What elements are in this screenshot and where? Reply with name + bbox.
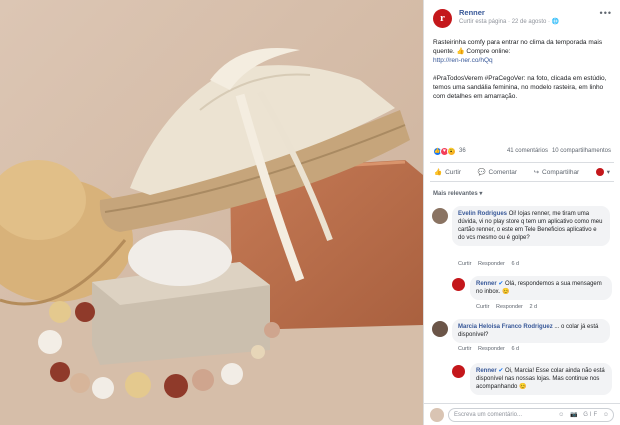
verified-icon: ✔	[498, 281, 504, 287]
reply-author[interactable]: Renner	[476, 368, 497, 374]
reaction-count[interactable]: 36	[459, 148, 466, 154]
comment-composer: Escreva um comentário... ☺ 📷 GIF ☺	[424, 403, 620, 425]
avatar[interactable]	[432, 321, 448, 337]
reply-item: Renner ✔ Oi, Marcia! Esse colar ainda nã…	[430, 363, 614, 397]
share-icon: ↪	[533, 169, 540, 176]
more-options-icon[interactable]: •••	[600, 8, 612, 18]
reply-like-link[interactable]: Curtir	[476, 304, 489, 310]
post-header: r Renner Curtir esta página · 22 de agos…	[424, 0, 620, 34]
page-avatar[interactable]: r	[433, 9, 452, 28]
share-label: Compartilhar	[542, 168, 580, 176]
avatar[interactable]	[430, 408, 444, 422]
verified-icon: ✔	[498, 368, 504, 374]
comment-actions: Curtir Responder 6 d	[458, 346, 524, 352]
post-text-1: Rasteirinha comfy para entrar no clima d…	[433, 39, 603, 55]
comments-count[interactable]: 41 comentários	[507, 148, 548, 154]
page-name[interactable]: Renner	[459, 8, 485, 17]
reply-item: Renner ✔ Olá, respondemos a sua mensagem…	[430, 276, 614, 310]
comment-like-link[interactable]: Curtir	[458, 261, 471, 267]
post-photo[interactable]	[0, 0, 423, 425]
audience-selector[interactable]: ▾	[595, 168, 610, 176]
comment-item: Marcia Heloisa Franco Rodriguez ... o co…	[430, 319, 614, 359]
chevron-down-icon: ▾	[606, 169, 610, 176]
comment-bubble: Marcia Heloisa Franco Rodriguez ... o co…	[452, 319, 610, 343]
comment-reply-link[interactable]: Responder	[478, 261, 505, 267]
reply-time[interactable]: 2 d	[529, 304, 537, 310]
comment-actions: Curtir Responder 6 d	[458, 261, 524, 267]
composer-icons[interactable]: ☺ 📷 GIF ☺	[558, 411, 611, 418]
like-button[interactable]: 👍 Curtir	[434, 168, 461, 177]
reactions-bar: 👍 ♥ 😮 36 41 comentários 10 compartilhame…	[433, 144, 611, 158]
avatar[interactable]	[432, 208, 448, 224]
reply-author[interactable]: Renner	[476, 281, 497, 287]
comment-like-link[interactable]: Curtir	[458, 346, 471, 352]
comment-button[interactable]: 💬 Comentar	[477, 168, 518, 177]
comment-time[interactable]: 6 d	[511, 346, 519, 352]
reply-reply-link[interactable]: Responder	[496, 304, 523, 310]
sandal-photo	[0, 0, 423, 425]
comment-label: Comentar	[488, 168, 518, 176]
shares-count[interactable]: 10 compartilhamentos	[552, 148, 611, 154]
wow-reaction-icon[interactable]: 😮	[447, 146, 456, 156]
share-button[interactable]: ↪ Compartilhar	[533, 168, 580, 177]
post-side-panel: r Renner Curtir esta página · 22 de agos…	[423, 0, 620, 425]
comment-author[interactable]: Evelin Rodrigues	[458, 211, 507, 217]
avatar[interactable]	[452, 365, 465, 378]
comment-icon: 💬	[477, 169, 486, 176]
comment-reply-link[interactable]: Responder	[478, 346, 505, 352]
avatar[interactable]	[452, 278, 465, 291]
reply-bubble: Renner ✔ Olá, respondemos a sua mensagem…	[470, 276, 612, 300]
comment-sort[interactable]: Mais relevantes ▾	[433, 190, 482, 197]
like-label: Curtir	[445, 168, 461, 176]
comment-item: Evelin Rodrigues Oi! lojas renner, me ti…	[430, 206, 614, 267]
post-actions: 👍 Curtir 💬 Comentar ↪ Compartilhar ▾	[430, 162, 614, 182]
post-meta: Curtir esta página · 22 de agosto · 🌐	[459, 19, 560, 25]
comment-bubble: Evelin Rodrigues Oi! lojas renner, me ti…	[452, 206, 610, 246]
reply-actions: Curtir Responder 2 d	[476, 304, 542, 310]
thumbs-up-icon: 👍	[434, 169, 443, 176]
comment-author[interactable]: Marcia Heloisa Franco Rodriguez	[458, 324, 553, 330]
reply-bubble: Renner ✔ Oi, Marcia! Esse colar ainda nã…	[470, 363, 612, 395]
post-link[interactable]: http://ren-ner.co/hQq	[433, 57, 493, 64]
post-text-2: #PraTodosVerem #PraCegoVer: na foto, cli…	[433, 75, 607, 100]
post-body: Rasteirinha comfy para entrar no clima d…	[424, 34, 620, 101]
avatar-mini-icon	[595, 168, 604, 176]
comment-time[interactable]: 6 d	[511, 261, 519, 267]
